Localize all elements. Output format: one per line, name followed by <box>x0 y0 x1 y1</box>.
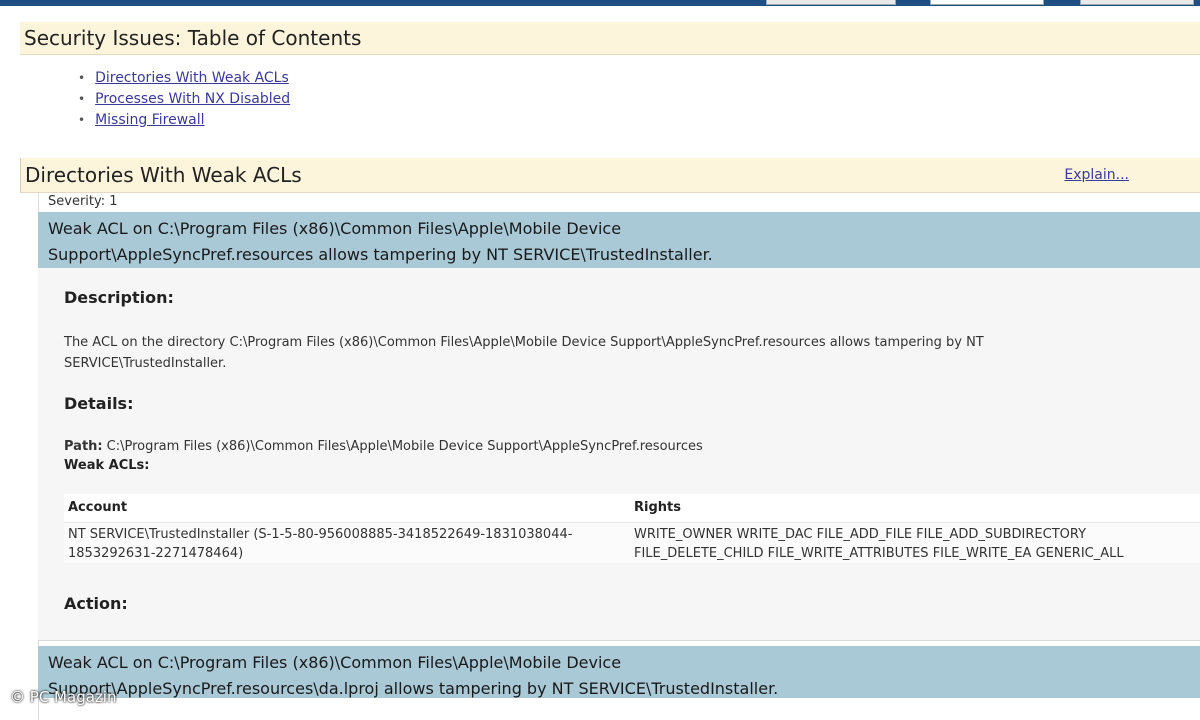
issue-title-line: Weak ACL on C:\Program Files (x86)\Commo… <box>48 653 622 672</box>
weak-acls-label: Weak ACLs: <box>64 458 150 473</box>
toolbar-field[interactable] <box>930 0 1044 5</box>
issue-title-line: Weak ACL on C:\Program Files (x86)\Commo… <box>48 219 622 238</box>
path-value: C:\Program Files (x86)\Common Files\Appl… <box>106 439 703 454</box>
toolbar-button[interactable] <box>766 0 896 5</box>
watermark: © PC Magazin <box>10 688 117 706</box>
description-text: The ACL on the directory C:\Program File… <box>64 335 984 371</box>
description-heading: Description: <box>64 288 174 307</box>
rights-line: FILE_DELETE_CHILD FILE_WRITE_ATTRIBUTES … <box>634 546 1124 561</box>
weak-acl-table: Account Rights NT SERVICE\TrustedInstall… <box>64 494 1200 563</box>
toc-link-missing-firewall[interactable]: Missing Firewall <box>95 112 204 128</box>
rights-cell: WRITE_OWNER WRITE_DAC FILE_ADD_FILE FILE… <box>634 525 1194 563</box>
toc-list: Directories With Weak ACLs Processes Wit… <box>78 68 290 131</box>
path-label: Path: <box>64 439 103 454</box>
toc-item: Processes With NX Disabled <box>78 89 290 110</box>
issue-title-line: Support\AppleSyncPref.resources\da.lproj… <box>48 679 779 698</box>
section-header-weak-acls: Directories With Weak ACLs Explain... <box>20 158 1200 193</box>
window-top-bar <box>0 0 1200 6</box>
issue-body: Description: The ACL on the directory C:… <box>38 268 1200 641</box>
section-title: Directories With Weak ACLs <box>25 163 302 187</box>
issue-title-line: Support\AppleSyncPref.resources allows t… <box>48 245 713 264</box>
issue-title-band[interactable]: Weak ACL on C:\Program Files (x86)\Commo… <box>38 212 1200 268</box>
toc-item: Missing Firewall <box>78 110 290 131</box>
path-line: Path: C:\Program Files (x86)\Common Files… <box>64 439 703 454</box>
toc-header: Security Issues: Table of Contents <box>20 22 1200 55</box>
explain-link[interactable]: Explain... <box>1064 158 1129 192</box>
table-row: NT SERVICE\TrustedInstaller (S-1-5-80-95… <box>64 523 1200 563</box>
column-header-account: Account <box>68 500 128 515</box>
toc-item: Directories With Weak ACLs <box>78 68 290 89</box>
rights-line: WRITE_OWNER WRITE_DAC FILE_ADD_FILE FILE… <box>634 527 1087 542</box>
details-heading: Details: <box>64 394 134 413</box>
toolbar-button[interactable] <box>1080 0 1194 5</box>
action-heading: Action: <box>64 594 128 613</box>
toc-link-weak-acls[interactable]: Directories With Weak ACLs <box>95 70 289 86</box>
table-header-row: Account Rights <box>64 494 1200 523</box>
column-header-rights: Rights <box>634 500 681 515</box>
toc-link-nx-disabled[interactable]: Processes With NX Disabled <box>95 91 290 107</box>
account-cell: NT SERVICE\TrustedInstaller (S-1-5-80-95… <box>68 527 573 561</box>
issue-title-band[interactable]: Weak ACL on C:\Program Files (x86)\Commo… <box>38 646 1200 698</box>
severity-label: Severity: 1 <box>48 194 118 209</box>
toc-title: Security Issues: Table of Contents <box>24 26 362 50</box>
